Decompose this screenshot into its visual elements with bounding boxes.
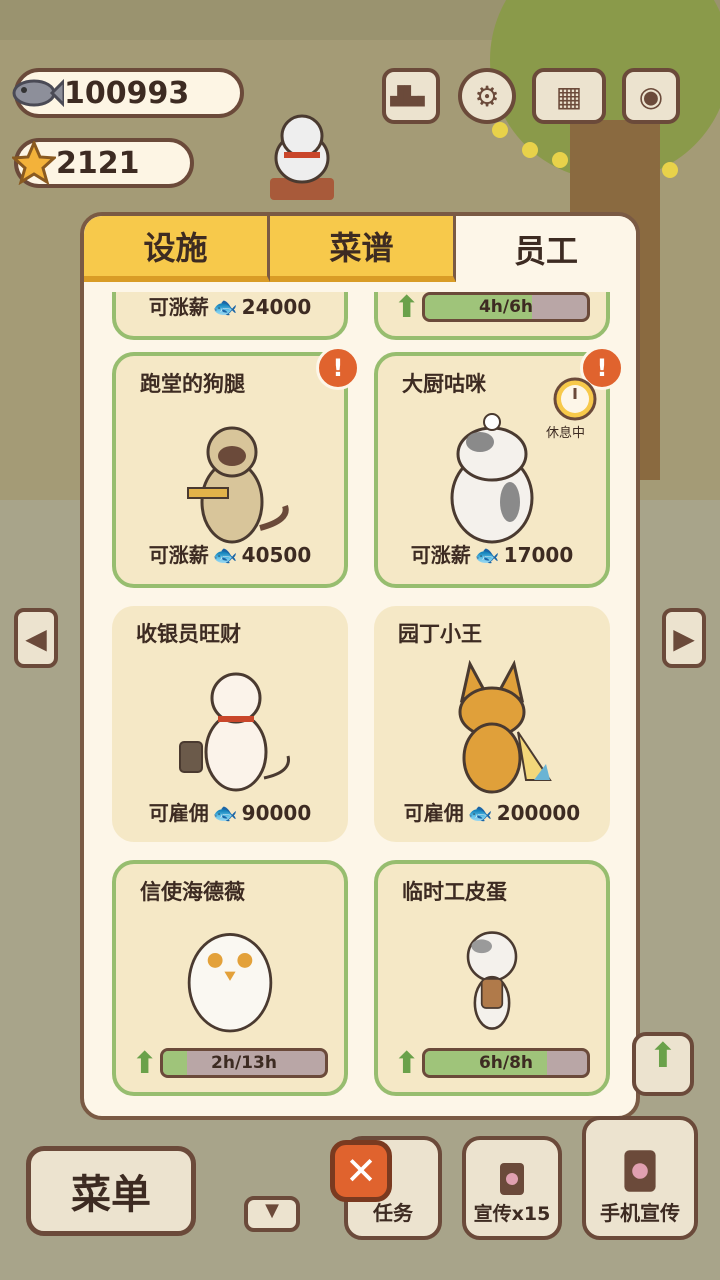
dog-waiter-illustration	[187, 426, 289, 544]
staff-card[interactable]: 跑堂的狗腿 可涨薪 🐟 40500	[112, 352, 348, 588]
staff-card[interactable]: 收银员旺财 可雇佣 🐟 90000	[112, 606, 348, 842]
fish-icon: 🐟	[474, 543, 500, 567]
staff-name: 跑堂的狗腿	[140, 372, 245, 396]
tab-facilities[interactable]: 设施	[84, 216, 270, 282]
up-arrow-icon: ⬆	[648, 1036, 678, 1076]
upgrade-arrow-icon: ⬆	[394, 289, 420, 325]
star-counter: 2121	[12, 138, 194, 188]
fish-icon: 🐟	[212, 295, 238, 319]
staff-name: 信使海德薇	[140, 880, 245, 904]
fish-icon: 🐟	[212, 801, 238, 825]
upgrade-button[interactable]: ⬆	[632, 1032, 694, 1096]
price: 可涨薪 🐟 40500	[148, 543, 312, 567]
progress-bar: ⬆ 6h/8h	[394, 1045, 590, 1081]
staff-card[interactable]: 临时工皮蛋 ⬆ 6h/8h	[374, 860, 610, 1096]
fish-count: 100993	[64, 75, 190, 111]
camera-icon: ◉	[638, 79, 664, 113]
resting-status: 休息中	[546, 426, 586, 441]
phone-icon	[500, 1163, 524, 1195]
left-arrow-icon: ◀	[25, 621, 47, 655]
phone-promote-button[interactable]: 手机宣传	[582, 1116, 698, 1240]
promote-button[interactable]: 宣传x15	[462, 1136, 562, 1240]
staff-name: 临时工皮蛋	[402, 880, 507, 904]
menu-button[interactable]: 菜单	[26, 1146, 196, 1236]
phone-icon	[624, 1150, 656, 1192]
camera-button[interactable]: ◉	[622, 68, 680, 124]
fish-counter: 100993	[12, 68, 244, 118]
partial-left-price: 可涨薪 🐟 24000	[148, 295, 312, 319]
fish-icon	[12, 78, 64, 108]
progress-bar: ⬆ 4h/6h	[394, 289, 590, 325]
staff-card[interactable]: 信使海德薇 ⬆ 2h/13h	[112, 860, 348, 1096]
promote-label: 宣传x15	[473, 1203, 551, 1225]
price: 可雇佣 🐟 200000	[403, 801, 581, 825]
fish-icon: 🐟	[467, 801, 493, 825]
close-icon: ✕	[345, 1149, 377, 1193]
staff-name: 园丁小王	[398, 622, 482, 646]
fish-icon: 🐟	[212, 543, 238, 567]
ranking-button[interactable]: ▟▙▖	[382, 68, 440, 124]
book-icon: ▦	[555, 79, 583, 113]
cashier-cat-illustration	[179, 672, 290, 792]
temp-worker-cat-illustration	[466, 931, 518, 1030]
price: 可涨薪 🐟 17000	[410, 543, 574, 567]
phone-promote-label: 手机宣传	[600, 1201, 680, 1225]
chef-cat-illustration	[450, 413, 534, 544]
lucky-cat-decoration	[270, 114, 334, 200]
star-icon	[12, 141, 56, 185]
next-arrow-button[interactable]: ▶	[662, 608, 706, 668]
close-button[interactable]: ✕	[330, 1140, 392, 1202]
ranking-icon: ▟▙▖	[390, 85, 432, 107]
collapse-button[interactable]: ▼	[244, 1196, 300, 1232]
gardener-cat-illustration	[458, 660, 552, 794]
gear-icon: ⚙	[474, 79, 500, 113]
prev-arrow-button[interactable]: ◀	[14, 608, 58, 668]
price: 可雇佣 🐟 90000	[148, 801, 312, 825]
right-arrow-icon: ▶	[673, 621, 695, 655]
stopwatch-icon	[553, 377, 597, 421]
staff-name: 大厨咕咪	[402, 372, 486, 396]
staff-name: 收银员旺财	[136, 622, 241, 646]
book-button[interactable]: ▦	[532, 68, 606, 124]
settings-button[interactable]: ⚙	[458, 68, 516, 124]
chevron-down-icon: ▼	[265, 1200, 279, 1221]
owl-illustration	[187, 933, 273, 1033]
menu-label: 菜单	[71, 1172, 151, 1218]
staff-card[interactable]: 园丁小王 可雇佣 🐟 200000	[374, 606, 610, 842]
alert-icon[interactable]: !	[316, 346, 360, 390]
star-count: 2121	[56, 145, 140, 181]
upgrade-arrow-icon: ⬆	[132, 1045, 158, 1081]
upgrade-arrow-icon: ⬆	[394, 1045, 420, 1081]
tab-recipes[interactable]: 菜谱	[270, 216, 456, 282]
tab-staff[interactable]: 员工	[456, 216, 636, 282]
progress-bar: ⬆ 2h/13h	[132, 1045, 328, 1081]
staff-panel: 设施 菜谱 员工 可涨薪 🐟 24000 ⬆ 4h/6h 跑堂的狗腿 可涨薪 🐟 405…	[80, 212, 640, 1120]
